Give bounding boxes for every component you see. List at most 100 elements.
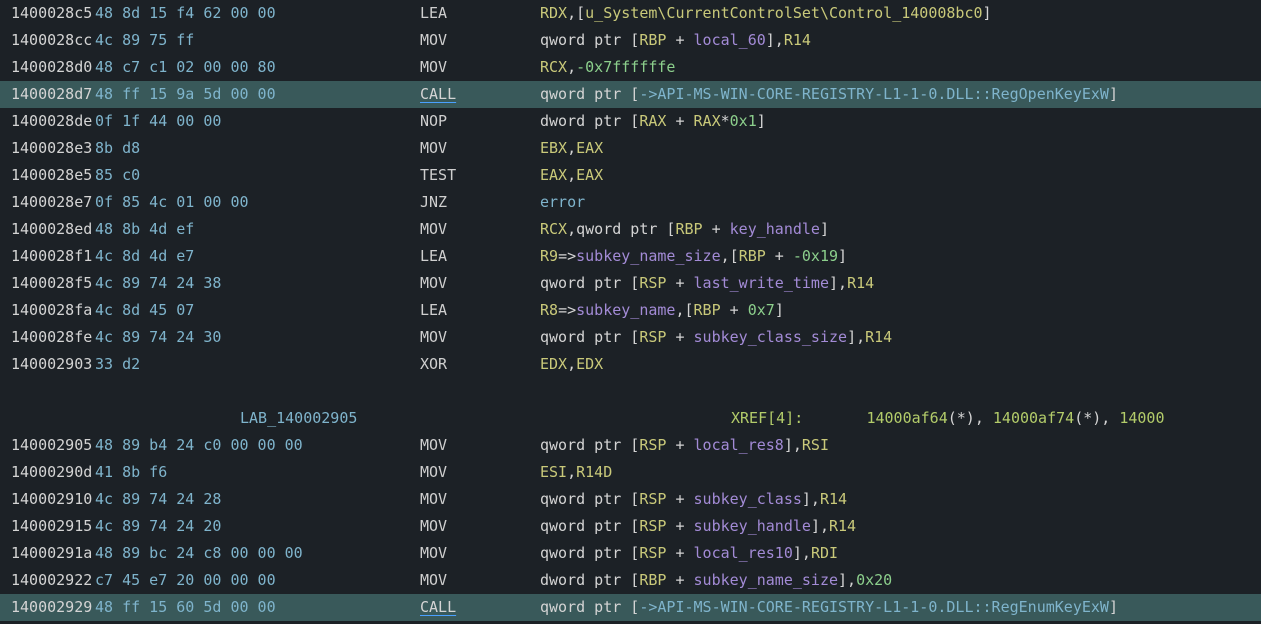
operand-text: + [720, 301, 748, 319]
instruction-row[interactable]: 1400028e5 85 c0 TEST EAX,EAX [0, 162, 1261, 189]
instruction-row[interactable]: 1400028d7 48 ff 15 9a 5d 00 00 CALL qword p… [0, 81, 1261, 108]
mnemonic[interactable]: TEST [420, 162, 456, 189]
mnemonic[interactable]: MOV [420, 54, 447, 81]
address[interactable]: 140002915 [11, 513, 92, 540]
address[interactable]: 1400028cc [11, 27, 92, 54]
address[interactable]: 1400028f5 [11, 270, 92, 297]
instruction-bytes: 48 8b 4d ef [95, 220, 195, 238]
code-label[interactable]: LAB_140002905 [240, 405, 357, 432]
address[interactable]: 1400028fe [11, 324, 92, 351]
xref-address[interactable]: 14000af64 [866, 409, 947, 427]
instruction-row[interactable]: 1400028fe 4c 89 74 24 30 MOV qword ptr [RSP… [0, 324, 1261, 351]
address[interactable]: 14000291a [11, 540, 92, 567]
instruction-row[interactable]: 14000290d 41 8b f6 MOV ESI,R14D [0, 459, 1261, 486]
operand-text: ], [783, 436, 802, 454]
operand-text: * [720, 112, 730, 130]
mnemonic[interactable]: CALL [420, 81, 456, 108]
mnemonic[interactable]: MOV [420, 216, 447, 243]
instruction-bytes: 48 8d 15 f4 62 00 00 [95, 4, 276, 22]
variable-operand[interactable]: subkey_class_size [694, 328, 848, 346]
instruction-row[interactable]: 1400028f5 4c 89 74 24 38 MOV qword ptr [RSP… [0, 270, 1261, 297]
instruction-row[interactable]: 1400028e3 8b d8 MOV EBX,EAX [0, 135, 1261, 162]
register-operand: RBP [675, 220, 703, 238]
instruction-row[interactable]: 1400028d0 48 c7 c1 02 00 00 80 MOV RCX,-0x7… [0, 54, 1261, 81]
instruction-row[interactable]: 140002922 c7 45 e7 20 00 00 00 MOV dword pt… [0, 567, 1261, 594]
mnemonic[interactable]: MOV [420, 513, 447, 540]
variable-operand[interactable]: subkey_class [694, 490, 802, 508]
variable-operand[interactable]: subkey_name_size [694, 571, 839, 589]
variable-operand[interactable]: subkey_name_size [576, 247, 721, 265]
address[interactable]: 140002929 [11, 594, 92, 621]
address[interactable]: 1400028ed [11, 216, 92, 243]
variable-operand[interactable]: key_handle [730, 220, 820, 238]
mnemonic[interactable]: MOV [420, 540, 447, 567]
instruction-row[interactable]: 140002910 4c 89 74 24 28 MOV qword ptr [RSP… [0, 486, 1261, 513]
instruction-row[interactable]: 140002905 48 89 b4 24 c0 00 00 00 MOV qword… [0, 432, 1261, 459]
mnemonic[interactable]: MOV [420, 486, 447, 513]
reference-operand[interactable]: ->API-MS-WIN-CORE-REGISTRY-L1-1-0.DLL::R… [639, 85, 1109, 103]
instruction-row[interactable]: 1400028f1 4c 8d 4d e7 LEA R9=>subkey_name_s… [0, 243, 1261, 270]
mnemonic[interactable]: XOR [420, 351, 447, 378]
instruction-bytes: 4c 89 74 24 38 [95, 274, 222, 292]
instruction-row[interactable]: 140002915 4c 89 74 24 20 MOV qword ptr [RSP… [0, 513, 1261, 540]
xref-address[interactable]: 14000af74 [993, 409, 1074, 427]
address[interactable]: 14000290d [11, 459, 92, 486]
variable-operand[interactable]: subkey_name [576, 301, 675, 319]
instruction-row[interactable]: 1400028fa 4c 8d 45 07 LEA R8=>subkey_name,[… [0, 297, 1261, 324]
instruction-row[interactable]: 14000291a 48 89 bc 24 c8 00 00 00 MOV qword… [0, 540, 1261, 567]
variable-operand[interactable]: local_60 [694, 31, 766, 49]
instruction-row[interactable]: 1400028de 0f 1f 44 00 00 NOP dword ptr [RAX… [0, 108, 1261, 135]
instruction-row[interactable]: 1400028cc 4c 89 75 ff MOV qword ptr [RBP + … [0, 27, 1261, 54]
variable-operand[interactable]: last_write_time [694, 274, 829, 292]
variable-operand[interactable]: local_res10 [694, 544, 793, 562]
xref-address[interactable]: 14000 [1119, 409, 1164, 427]
operand-text: qword ptr [ [540, 274, 640, 292]
address[interactable]: 140002922 [11, 567, 92, 594]
operand-text: ] [838, 247, 848, 265]
label-row: LAB_140002905 XREF[4]: 14000af64(*), 1400… [0, 405, 1261, 432]
mnemonic[interactable]: CALL [420, 594, 456, 621]
address[interactable]: 1400028f1 [11, 243, 92, 270]
address[interactable]: 1400028d0 [11, 54, 92, 81]
instruction-bytes: 48 ff 15 9a 5d 00 00 [95, 85, 276, 103]
address[interactable]: 1400028d7 [11, 81, 92, 108]
operands: dword ptr [RAX + RAX*0x1] [540, 108, 766, 135]
instruction-row[interactable]: 140002929 48 ff 15 60 5d 00 00 CALL qword p… [0, 594, 1261, 621]
instruction-row[interactable]: 1400028e7 0f 85 4c 01 00 00 JNZ error [0, 189, 1261, 216]
mnemonic[interactable]: MOV [420, 324, 447, 351]
mnemonic[interactable]: MOV [420, 27, 447, 54]
mnemonic[interactable]: NOP [420, 108, 447, 135]
register-operand: RSP [639, 490, 667, 508]
register-operand: RSP [639, 544, 667, 562]
mnemonic[interactable]: MOV [420, 567, 447, 594]
instruction-bytes: 0f 1f 44 00 00 [95, 112, 222, 130]
mnemonic[interactable]: MOV [420, 432, 447, 459]
mnemonic[interactable]: LEA [420, 297, 447, 324]
address[interactable]: 1400028c5 [11, 0, 92, 27]
address[interactable]: 1400028e3 [11, 135, 92, 162]
address[interactable]: 140002905 [11, 432, 92, 459]
mnemonic[interactable]: MOV [420, 135, 447, 162]
address[interactable]: 1400028e7 [11, 189, 92, 216]
address[interactable]: 1400028e5 [11, 162, 92, 189]
mnemonic[interactable]: LEA [420, 0, 447, 27]
mnemonic[interactable]: LEA [420, 243, 447, 270]
address[interactable]: 140002903 [11, 351, 92, 378]
register-operand: EDX [540, 355, 568, 373]
variable-operand[interactable]: subkey_handle [694, 517, 811, 535]
reference-operand[interactable]: ->API-MS-WIN-CORE-REGISTRY-L1-1-0.DLL::R… [639, 598, 1109, 616]
instruction-row[interactable]: 140002903 33 d2 XOR EDX,EDX [0, 351, 1261, 378]
xref-address[interactable]: XREF[4]: [731, 409, 866, 427]
mnemonic[interactable]: MOV [420, 459, 447, 486]
instruction-row[interactable]: 1400028ed 48 8b 4d ef MOV RCX,qword ptr [RB… [0, 216, 1261, 243]
instruction-row[interactable]: 1400028c5 48 8d 15 f4 62 00 00 LEA RDX,[u_S… [0, 0, 1261, 27]
variable-operand[interactable]: local_res8 [694, 436, 784, 454]
reference-operand[interactable]: error [540, 193, 585, 211]
address[interactable]: 1400028de [11, 108, 92, 135]
numeric-operand: 0x1 [729, 112, 757, 130]
register-operand: R9 [540, 247, 559, 265]
mnemonic[interactable]: JNZ [420, 189, 447, 216]
address[interactable]: 140002910 [11, 486, 92, 513]
address[interactable]: 1400028fa [11, 297, 92, 324]
mnemonic[interactable]: MOV [420, 270, 447, 297]
